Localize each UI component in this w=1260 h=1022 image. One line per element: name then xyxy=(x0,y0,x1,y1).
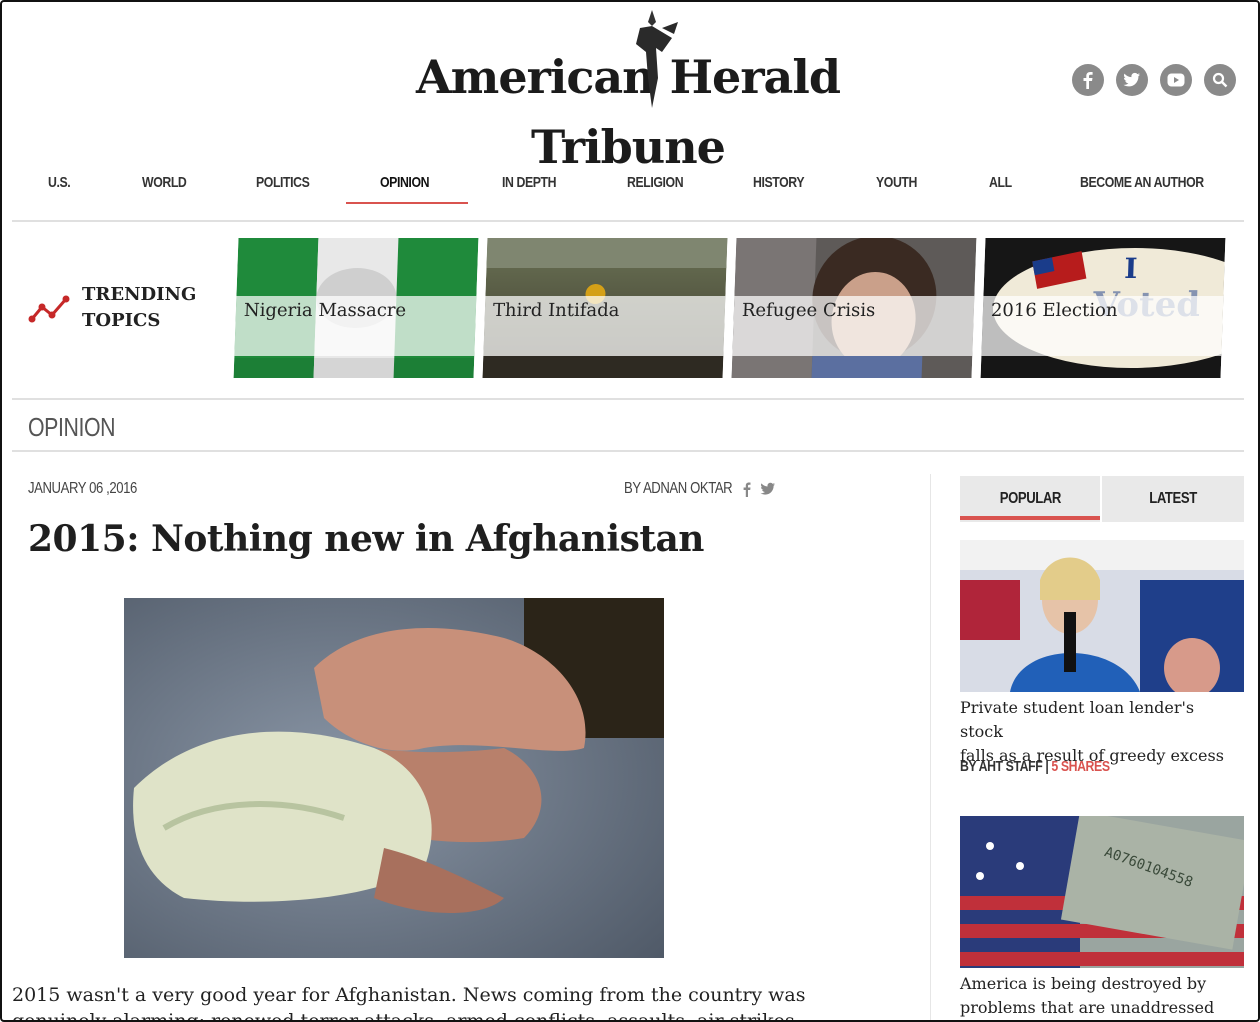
section-title: OPINION xyxy=(28,412,116,442)
trend-card-nigeria[interactable]: Nigeria Massacre xyxy=(233,238,479,378)
facebook-icon[interactable] xyxy=(1072,64,1104,96)
nav-item-opinion[interactable]: OPINION xyxy=(380,174,429,191)
nav-item-religion[interactable]: RELIGION xyxy=(627,174,684,191)
tab-latest[interactable]: LATEST xyxy=(1102,476,1244,522)
trending-label-line2: TOPICS xyxy=(82,310,161,331)
nav-item-world[interactable]: WORLD xyxy=(142,174,187,191)
nav-item-all[interactable]: ALL xyxy=(989,174,1012,191)
tab-latest-label: LATEST xyxy=(1149,490,1197,507)
nav-item-politics[interactable]: POLITICS xyxy=(256,174,310,191)
sidebar-story-2-line2: problems that are unaddressed xyxy=(960,998,1215,1017)
sidebar-story-shares[interactable]: 5 SHARES xyxy=(1051,758,1110,775)
article: JANUARY 06 ,2016 BY ADNAN OKTAR 2015: No… xyxy=(12,462,922,1022)
trending-label: TRENDING TOPICS xyxy=(28,282,196,334)
nav-item-youth[interactable]: YOUTH xyxy=(876,174,917,191)
svg-text:I: I xyxy=(1124,252,1138,285)
twitter-icon[interactable] xyxy=(1116,64,1148,96)
column-divider xyxy=(930,474,931,1020)
sidebar: POPULAR LATEST Private student loan lend… xyxy=(960,476,1244,1020)
article-lede-line2: genuinely alarming: renewed terror attac… xyxy=(12,1010,795,1022)
nav-item-history[interactable]: HISTORY xyxy=(753,174,805,191)
article-lede-line1: 2015 wasn't a very good year for Afghani… xyxy=(12,984,806,1006)
herald-angel-icon xyxy=(636,10,678,108)
trending-topics: TRENDING TOPICS Nigeria Massacre Third I… xyxy=(12,224,1244,400)
social-links xyxy=(1072,64,1236,96)
sidebar-story-meta-1: BY AHT STAFF | 5 SHARES xyxy=(960,758,1110,775)
sidebar-story-image-1[interactable] xyxy=(960,540,1244,692)
trend-graph-icon xyxy=(28,295,70,323)
article-byline[interactable]: BY ADNAN OKTAR xyxy=(624,480,733,498)
trend-title-refugee: Refugee Crisis xyxy=(741,300,876,321)
share-facebook-icon[interactable] xyxy=(742,482,751,500)
section-header: OPINION xyxy=(12,402,1244,452)
trend-card-election[interactable]: I Voted 2016 Election xyxy=(980,238,1226,378)
article-hero-image xyxy=(124,598,664,958)
trend-card-intifada[interactable]: Third Intifada xyxy=(482,238,728,378)
trend-card-refugee[interactable]: Refugee Crisis xyxy=(731,238,977,378)
sidebar-story-title-2[interactable]: America is being destroyed by problems t… xyxy=(960,972,1240,1020)
sidebar-story-image-2[interactable]: A0760104558 xyxy=(960,816,1244,968)
nav-item-us[interactable]: U.S. xyxy=(48,174,71,191)
sidebar-story-1-line1: Private student loan lender's stock xyxy=(960,698,1195,741)
nav-item-in-depth[interactable]: IN DEPTH xyxy=(502,174,557,191)
trending-label-line1: TRENDING xyxy=(82,284,197,305)
sidebar-tabs: POPULAR LATEST xyxy=(960,476,1244,522)
sidebar-story-author[interactable]: BY AHT STAFF xyxy=(960,758,1043,775)
share-twitter-icon[interactable] xyxy=(760,482,776,499)
tab-popular-label: POPULAR xyxy=(999,490,1061,507)
article-headline: 2015: Nothing new in Afghanistan xyxy=(28,518,704,560)
trend-title-nigeria: Nigeria Massacre xyxy=(243,300,407,321)
search-icon[interactable] xyxy=(1204,64,1236,96)
nav-item-become-author[interactable]: BECOME AN AUTHOR xyxy=(1080,174,1204,191)
trend-title-intifada: Third Intifada xyxy=(492,300,620,321)
nav-active-indicator xyxy=(346,202,468,204)
trend-title-election: 2016 Election xyxy=(990,300,1118,321)
article-lede: 2015 wasn't a very good year for Afghani… xyxy=(12,982,912,1022)
main-nav: U.S. WORLD POLITICS OPINION IN DEPTH REL… xyxy=(12,152,1244,222)
article-date: JANUARY 06 ,2016 xyxy=(28,480,137,497)
youtube-icon[interactable] xyxy=(1160,64,1192,96)
page-frame: American Herald Tribune U.S. WORLD POLIT… xyxy=(0,0,1260,1022)
masthead: American Herald Tribune xyxy=(2,2,1258,174)
tab-active-indicator xyxy=(960,516,1100,520)
sidebar-story-2-line1: America is being destroyed by xyxy=(960,974,1207,993)
